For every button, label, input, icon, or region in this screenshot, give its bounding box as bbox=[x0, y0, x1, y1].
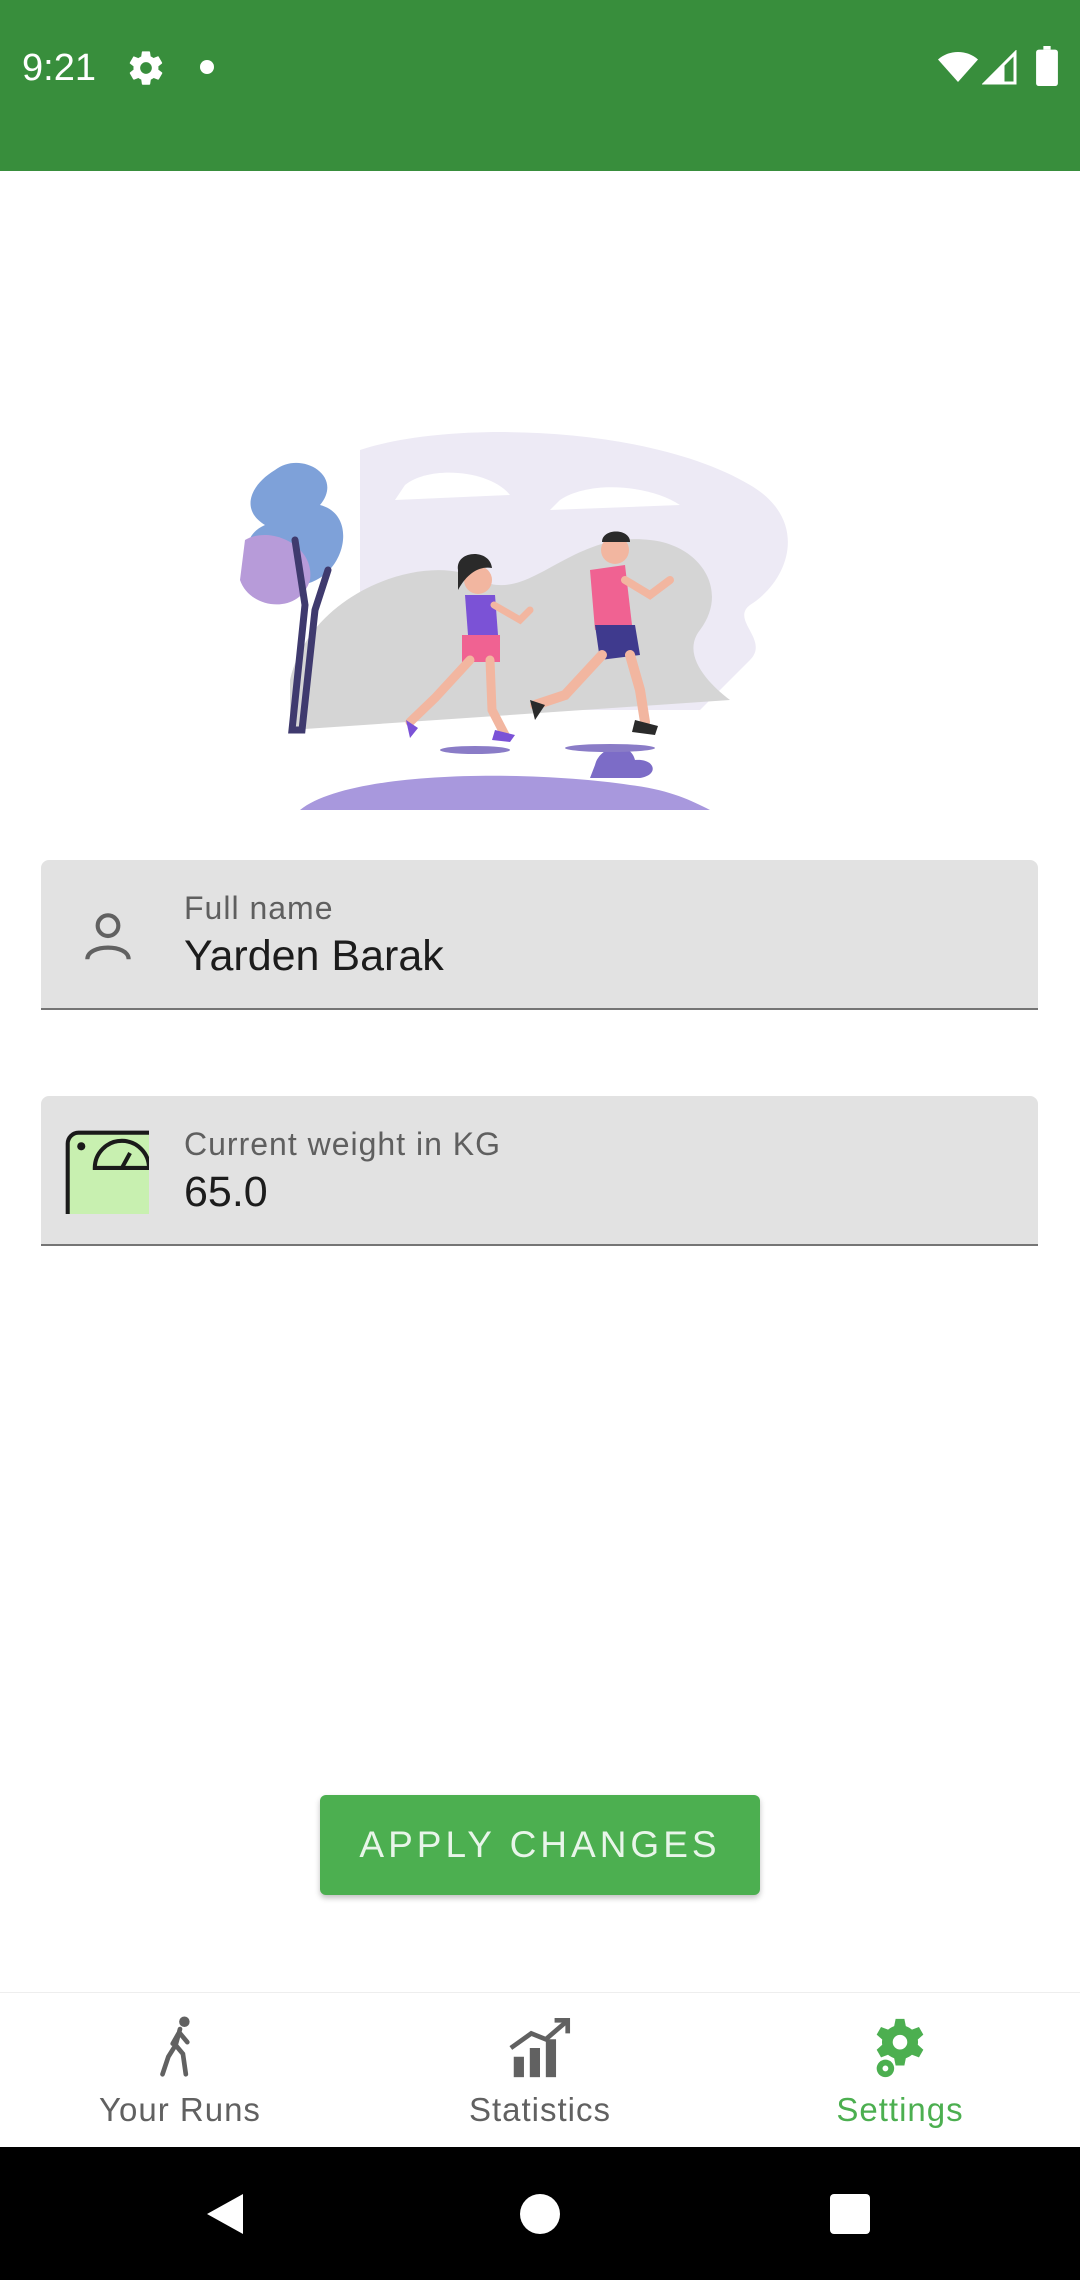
two-runners-illustration bbox=[240, 432, 788, 810]
nav-item-statistics[interactable]: Statistics bbox=[360, 1993, 720, 2148]
gear-icon bbox=[876, 2018, 924, 2078]
status-time: 9:21 bbox=[22, 47, 96, 89]
full-name-label: Full name bbox=[184, 890, 334, 926]
signal-icon bbox=[982, 50, 1017, 85]
nav-label-statistics: Statistics bbox=[468, 2091, 612, 2128]
status-bar: 9:21 bbox=[0, 0, 1080, 171]
scale-icon bbox=[65, 1130, 149, 1214]
chart-icon bbox=[509, 2017, 571, 2078]
wifi-icon bbox=[938, 52, 978, 82]
recents-icon[interactable] bbox=[830, 2194, 870, 2234]
bottom-navigation: Your Runs Statistics Settings bbox=[0, 1992, 1080, 2148]
nav-item-your-runs[interactable]: Your Runs bbox=[0, 1993, 360, 2148]
person-icon bbox=[85, 913, 131, 960]
battery-icon bbox=[1036, 46, 1058, 86]
weight-input[interactable] bbox=[184, 1168, 984, 1217]
gear-icon bbox=[129, 51, 163, 85]
full-name-input[interactable] bbox=[184, 932, 984, 981]
full-name-field[interactable]: Full name bbox=[41, 860, 1038, 1010]
home-icon[interactable] bbox=[520, 2194, 560, 2234]
weight-field[interactable]: Current weight in KG bbox=[41, 1096, 1038, 1246]
back-icon[interactable] bbox=[205, 2192, 245, 2236]
runner-icon bbox=[160, 2016, 190, 2077]
nav-label-your-runs: Your Runs bbox=[99, 2091, 261, 2128]
nav-label-settings: Settings bbox=[836, 2091, 964, 2128]
weight-label: Current weight in KG bbox=[184, 1126, 502, 1162]
dot-icon bbox=[200, 60, 214, 74]
apply-changes-button[interactable]: APPLY CHANGES bbox=[320, 1795, 760, 1895]
nav-item-settings[interactable]: Settings bbox=[720, 1993, 1080, 2148]
